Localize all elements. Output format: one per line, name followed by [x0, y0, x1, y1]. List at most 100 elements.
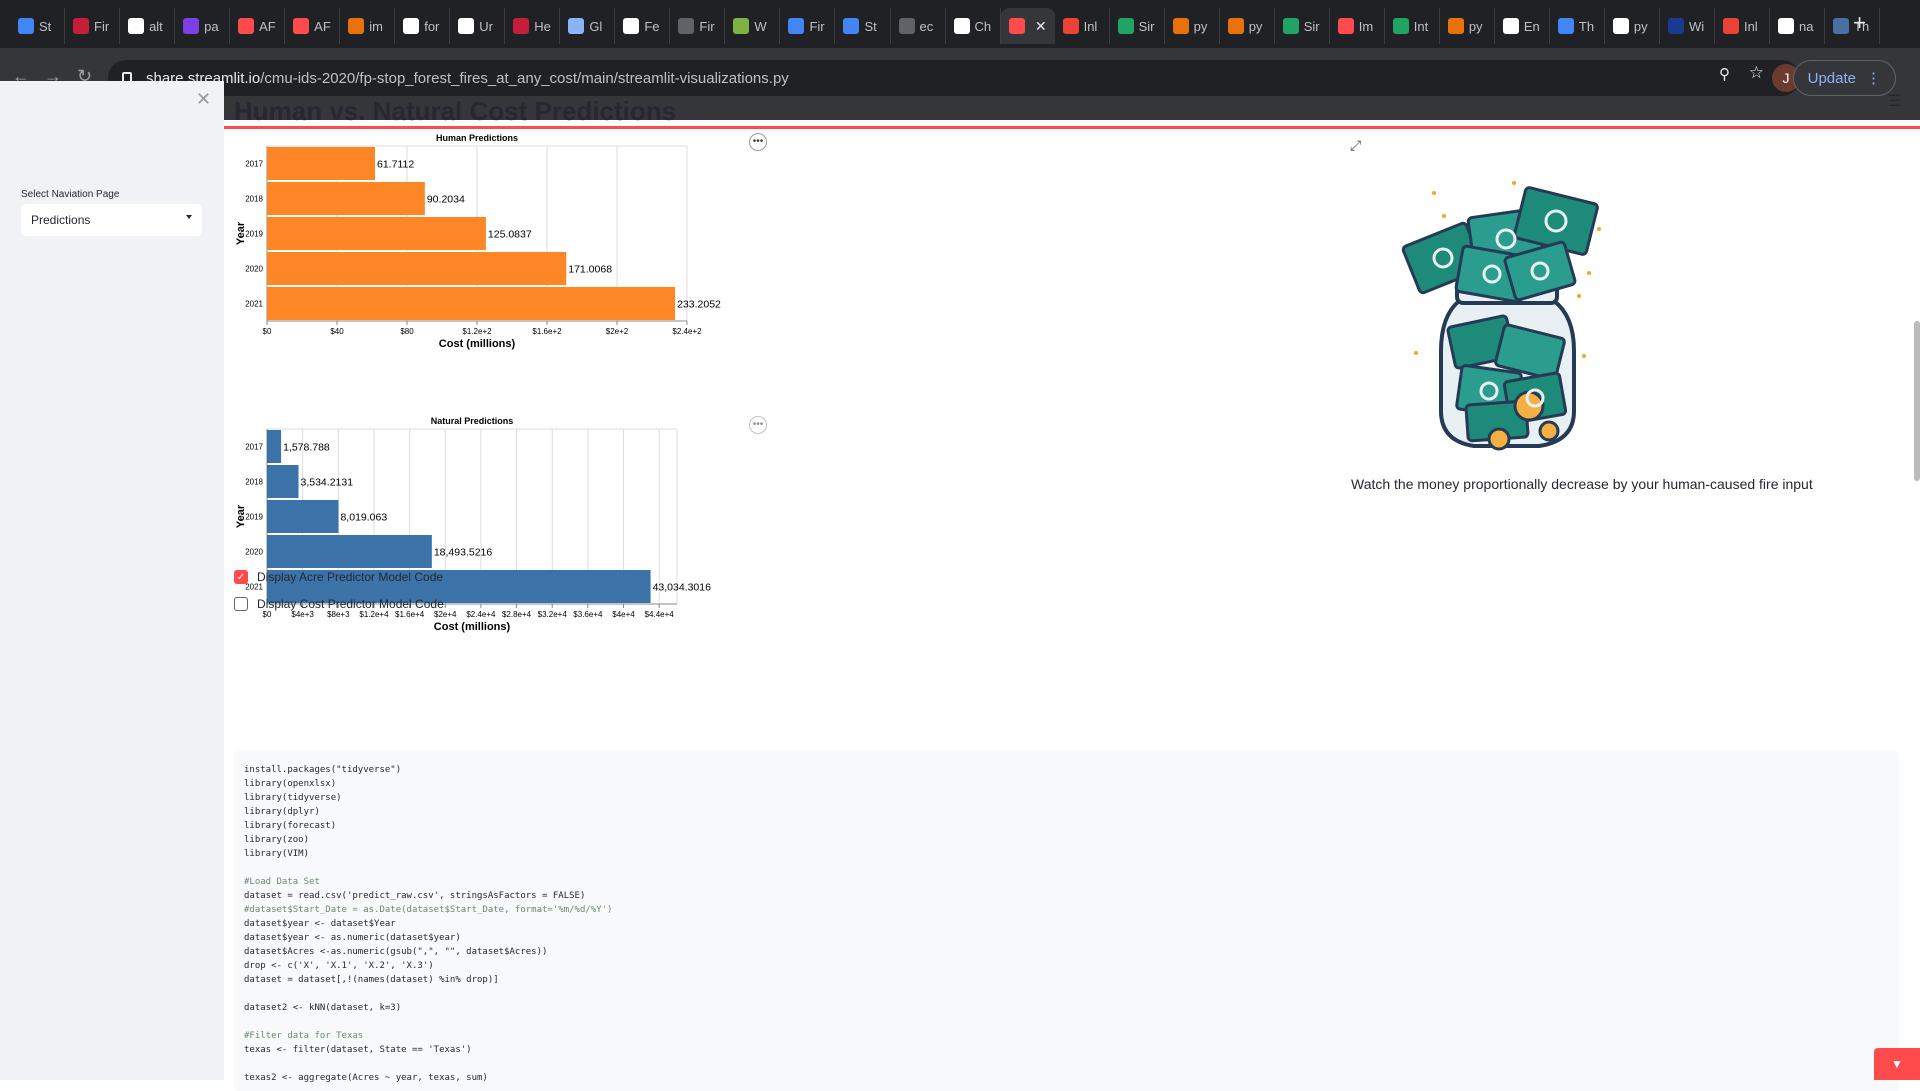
- bar: [267, 535, 432, 568]
- bar: [267, 287, 676, 320]
- x-tick-label: $1.6e+2: [532, 327, 562, 336]
- browser-tab[interactable]: py: [1605, 8, 1660, 44]
- browser-tab-label: Inl: [1083, 18, 1098, 34]
- browser-tab[interactable]: Fir: [65, 8, 121, 44]
- browser-tab[interactable]: Im: [1330, 8, 1385, 44]
- navigation-select[interactable]: Predictions: [21, 204, 202, 236]
- gmail-icon: [1722, 18, 1739, 34]
- code-line: #Load Data Set: [244, 877, 320, 887]
- x-tick-label: $3.2e+4: [538, 610, 568, 619]
- page-scrollbar[interactable]: [1914, 321, 1920, 481]
- streamlit-icon: [238, 18, 255, 34]
- browser-tab[interactable]: Fir: [670, 8, 726, 44]
- c-icon: [513, 18, 530, 34]
- browser-tab[interactable]: Wi: [1660, 8, 1715, 44]
- browser-tab-label: W: [754, 18, 767, 34]
- fullscreen-expand-icon[interactable]: ⤢: [1350, 137, 1361, 154]
- bar: [267, 217, 486, 250]
- natural-predictions-svg: Natural Predictions $0 $4e+3 $8e+3 $1.2e+4 $1…: [235, 416, 712, 633]
- browser-tab[interactable]: for: [395, 8, 451, 44]
- x-axis-label: Cost (millions): [434, 621, 511, 633]
- browser-tab-label: AF: [314, 18, 331, 34]
- x-tick-label: $80: [400, 327, 414, 336]
- browser-tab-label: Sir: [1303, 18, 1320, 34]
- x-tick-label: $2.8e+4: [502, 610, 532, 619]
- globe-icon: [678, 18, 695, 34]
- sidebar: ✕ Select Naviation Page Predictions: [0, 81, 224, 1080]
- chart-menu-icon[interactable]: •••: [749, 416, 767, 434]
- code-line: library(VIM): [244, 849, 310, 859]
- y-tick-label: 2018: [245, 478, 263, 487]
- browser-tab[interactable]: He: [505, 8, 561, 44]
- chart-menu-icon[interactable]: •••: [749, 133, 767, 151]
- github-icon: [953, 18, 970, 34]
- browser-tab[interactable]: py: [1165, 8, 1220, 44]
- browser-tab[interactable]: Gl: [560, 8, 616, 44]
- bookmark-star-icon[interactable]: ☆: [1749, 63, 1764, 83]
- browser-tab[interactable]: St: [10, 8, 66, 44]
- browser-tab[interactable]: im: [340, 8, 396, 44]
- browser-tab[interactable]: W: [725, 8, 781, 44]
- x-tick-label: $2e+4: [434, 610, 457, 619]
- browser-tab[interactable]: Fe: [615, 8, 671, 44]
- browser-tab[interactable]: AF: [285, 8, 341, 44]
- x-tick-label: $1.2e+2: [462, 327, 492, 336]
- close-tab-icon[interactable]: ✕: [1035, 18, 1047, 35]
- browser-tab[interactable]: py: [1220, 8, 1275, 44]
- bar-value-label: 43,034.3016: [653, 582, 712, 594]
- wave-icon: [348, 18, 365, 34]
- browser-tab[interactable]: Sir: [1110, 8, 1165, 44]
- browser-tab[interactable]: py: [1440, 8, 1495, 44]
- browser-tab[interactable]: Inl: [1715, 8, 1770, 44]
- cost-code-checkbox[interactable]: Display Cost Predictor Model Code: [234, 597, 444, 611]
- browser-tab[interactable]: alt: [120, 8, 176, 44]
- browser-tab-label: Ur: [479, 18, 493, 34]
- r-icon: [1778, 18, 1794, 34]
- y-tick-label: 2019: [245, 230, 263, 239]
- new-tab-button[interactable]: +: [1853, 12, 1866, 34]
- browser-tab[interactable]: Int: [1385, 8, 1440, 44]
- code-line: library(zoo): [244, 835, 310, 845]
- code-line: dataset2 <- kNN(dataset, k=3): [244, 1003, 402, 1013]
- browser-tab[interactable]: Ch: [946, 8, 1001, 44]
- browser-tab[interactable]: Th: [1550, 8, 1605, 44]
- checkbox-unchecked-icon[interactable]: [234, 597, 248, 611]
- x-tick-label: $8e+3: [327, 610, 350, 619]
- browser-tab[interactable]: Ur: [450, 8, 506, 44]
- globe-icon: [568, 18, 585, 34]
- browser-tab-label: py: [1468, 18, 1483, 34]
- bar-value-label: 3,534.2131: [301, 477, 354, 489]
- browser-tab[interactable]: ec: [891, 8, 946, 44]
- close-sidebar-icon[interactable]: ✕: [196, 89, 211, 110]
- code-line: dataset$year <- as.numeric(dataset$year): [244, 933, 461, 943]
- browser-tab[interactable]: Inl: [1055, 8, 1110, 44]
- drive-icon: [1557, 18, 1574, 34]
- browser-tab[interactable]: St: [835, 8, 891, 44]
- browser-tab-bar: St Fir alt pa AF AF im for Ur He Gl Fe Fir W Fir St ec Ch…: [0, 0, 1920, 48]
- browser-tab[interactable]: Fir: [780, 8, 836, 44]
- code-line: dataset = read.csv('predict_raw.csv', st…: [244, 891, 586, 901]
- wave-icon: [1172, 18, 1189, 34]
- drive-icon: [1282, 18, 1299, 34]
- browser-tab[interactable]: En: [1495, 8, 1550, 44]
- checkbox-checked-icon[interactable]: ✓: [234, 570, 248, 584]
- browser-tab-label: Inl: [1743, 18, 1758, 34]
- code-line: #Filter data for Texas: [244, 1031, 364, 1041]
- browser-tab[interactable]: na: [1770, 8, 1826, 44]
- code-line: dataset$year <- dataset$Year: [244, 919, 396, 929]
- x-axis-label: Cost (millions): [439, 338, 516, 350]
- browser-tab[interactable]: ✕: [1000, 8, 1055, 44]
- acre-code-checkbox[interactable]: ✓ Display Acre Predictor Model Code: [234, 570, 443, 584]
- bar-value-label: 233.2052: [677, 299, 721, 311]
- browser-tab[interactable]: pa: [175, 8, 231, 44]
- w-icon: [733, 18, 750, 34]
- wave-icon: [1447, 18, 1464, 34]
- docs-icon: [843, 18, 860, 34]
- streamlit-badge-icon[interactable]: ▼: [1874, 1048, 1920, 1080]
- browser-tab[interactable]: AF: [230, 8, 286, 44]
- hamburger-menu-icon[interactable]: ☰: [1888, 91, 1902, 111]
- browser-tab[interactable]: Sir: [1275, 8, 1330, 44]
